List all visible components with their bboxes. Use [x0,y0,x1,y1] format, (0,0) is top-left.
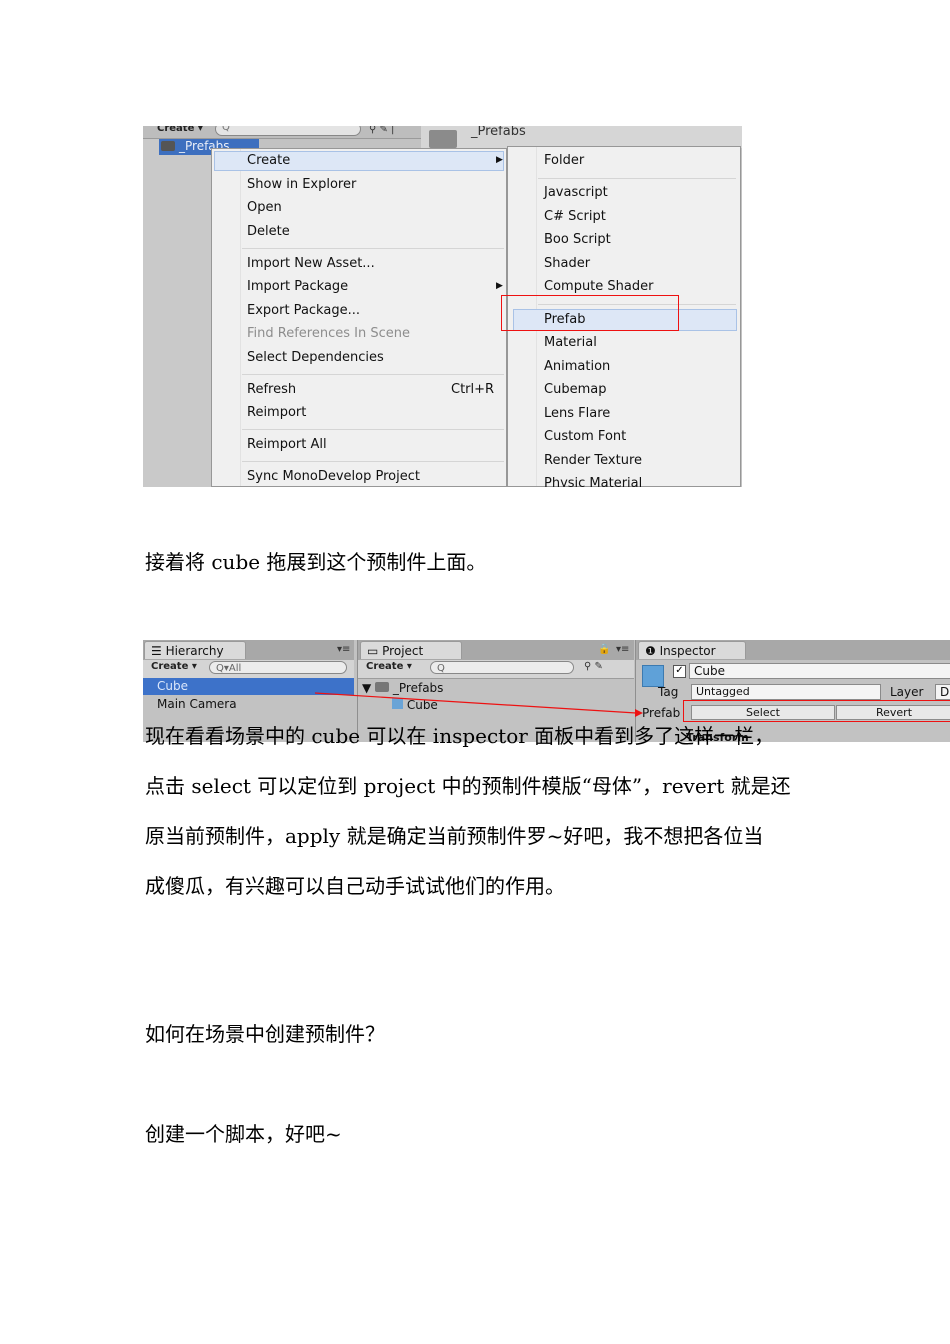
submenu-item-javascript[interactable]: Javascript [544,183,608,203]
project-tree-panel [143,126,211,487]
submenu-item-physic-material[interactable]: Physic Material [544,474,642,487]
menu-item-find-references: Find References In Scene [247,326,410,341]
menu-item-open[interactable]: Open [247,198,282,218]
create-dropdown[interactable]: Create ▾ [157,126,203,134]
folder-icon [429,130,457,148]
menu-item-export-package[interactable]: Export Package... [247,301,360,321]
search-icon: Q [222,126,230,133]
paragraph-line-4: 成傻瓜，有兴趣可以自己动手试试他们的作用。 [145,874,565,898]
breadcrumb: _Prefabs [421,126,742,148]
paragraph-line-2: 点击 select 可以定位到 project 中的预制件模版“母体”，reve… [145,774,791,798]
submenu-item-material[interactable]: Material [544,333,597,353]
menu-item-reimport[interactable]: Reimport [247,403,306,423]
breadcrumb-label: _Prefabs [471,126,526,139]
submenu-item-cubemap[interactable]: Cubemap [544,380,606,400]
search-input[interactable]: Q [215,126,361,136]
paragraph-line-1: 现在看看场景中的 cube 可以在 inspector 面板中看到多了这样一栏， [145,724,775,748]
menu-item-import-package[interactable]: Import Package [247,277,348,297]
filter-icons[interactable]: ⚲ ✎ | [369,126,394,135]
submenu-item-folder[interactable]: Folder [544,151,584,171]
submenu-item-boo-script[interactable]: Boo Script [544,230,611,250]
menu-item-sync-monodevelop[interactable]: Sync MonoDevelop Project [247,467,420,487]
submenu-item-shader[interactable]: Shader [544,254,590,274]
menu-item-delete[interactable]: Delete [247,222,290,242]
annotation-highlight-box [501,295,679,331]
context-menu-screenshot: Create ▾ Q ⚲ ✎ | _Prefabs _Prefabs Creat… [143,126,742,487]
submenu-arrow-icon: ▶ [496,281,503,291]
submenu-item-compute-shader[interactable]: Compute Shader [544,277,653,297]
menu-item-select-dependencies[interactable]: Select Dependencies [247,348,384,368]
submenu-item-render-texture[interactable]: Render Texture [544,451,642,471]
menu-item-refresh[interactable]: Refresh [247,380,296,400]
submenu-item-csharp-script[interactable]: C# Script [544,207,606,227]
paragraph-line-3: 原当前预制件，apply 就是确定当前预制件罗~好吧，我不想把各位当 [145,824,764,848]
menu-item-show-in-explorer[interactable]: Show in Explorer [247,175,356,195]
context-menu: Create ▶ Show in Explorer Open Delete Im… [211,148,507,487]
folder-icon [161,141,175,151]
heading-question: 如何在场景中创建预制件？ [145,1022,385,1046]
submenu-item-custom-font[interactable]: Custom Font [544,427,626,447]
submenu-arrow-icon: ▶ [496,155,503,165]
submenu-item-lens-flare[interactable]: Lens Flare [544,404,610,424]
paragraph-drag-instruction: 接着将 cube 拖展到这个预制件上面。 [145,550,487,574]
submenu-item-animation[interactable]: Animation [544,357,610,377]
menu-item-create[interactable]: Create [247,151,290,171]
menu-item-reimport-all[interactable]: Reimport All [247,435,327,455]
paragraph-create-script: 创建一个脚本，好吧~ [145,1122,342,1146]
menu-item-import-new-asset[interactable]: Import New Asset... [247,254,375,274]
refresh-shortcut: Ctrl+R [451,382,495,397]
